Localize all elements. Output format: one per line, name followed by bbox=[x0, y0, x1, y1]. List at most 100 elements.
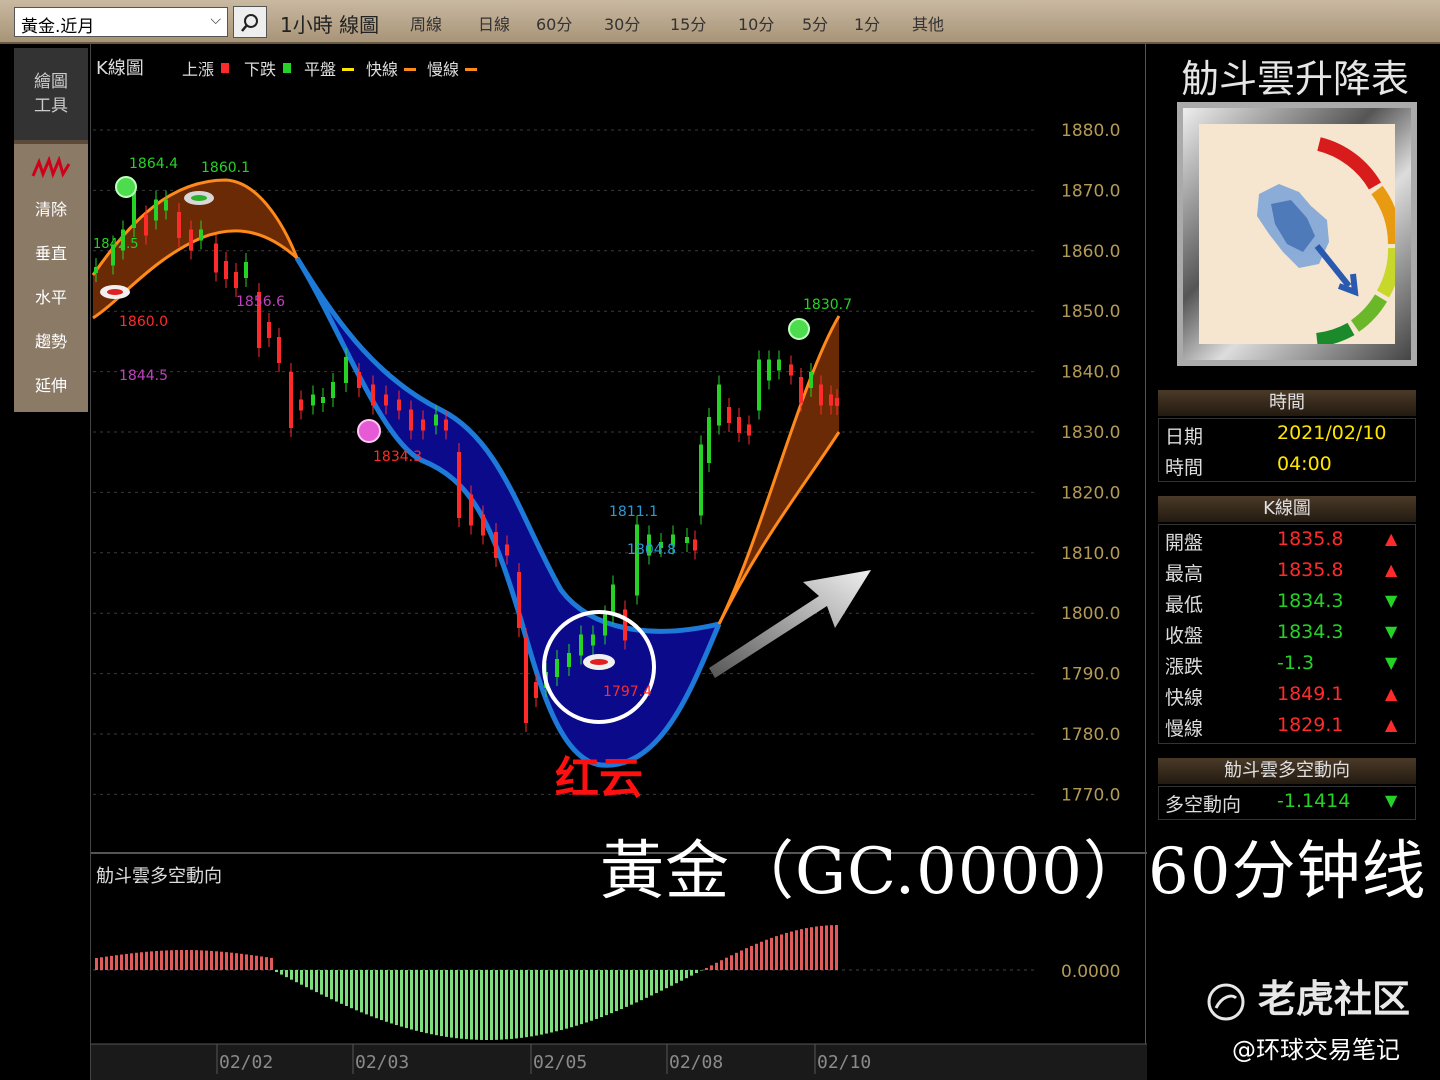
histogram-bar bbox=[355, 970, 358, 1011]
annotation-label: 1864.4 bbox=[129, 156, 178, 172]
histogram-bar bbox=[635, 970, 638, 1003]
drawing-tools-title-1: 繪圖 bbox=[34, 72, 68, 92]
histogram-bar bbox=[235, 953, 238, 970]
histogram-bar bbox=[615, 970, 618, 1012]
candle-body bbox=[421, 419, 425, 431]
y-tick-label: 1830.0 bbox=[1061, 423, 1120, 443]
histogram-bar bbox=[185, 950, 188, 970]
tab-60min[interactable]: 60分 bbox=[536, 11, 604, 35]
histogram-bar bbox=[260, 956, 263, 970]
clear-tool[interactable]: 清除 bbox=[14, 188, 88, 232]
legend-slow-swatch bbox=[465, 68, 477, 71]
histogram-bar bbox=[805, 928, 808, 970]
trend-line-tool[interactable]: 趨勢 bbox=[14, 320, 88, 364]
histogram-bar bbox=[630, 970, 633, 1005]
tab-15min[interactable]: 15分 bbox=[670, 11, 738, 35]
subchart-zero-label: 0.0000 bbox=[1061, 962, 1120, 982]
candle-body bbox=[534, 682, 538, 698]
histogram-bar bbox=[830, 925, 833, 970]
buy-signal-dot[interactable] bbox=[115, 176, 137, 198]
pen-icon[interactable] bbox=[14, 144, 88, 188]
annotation-label: 1842.5 bbox=[93, 237, 139, 252]
symbol-select[interactable]: 黃金.近月 ⌵ bbox=[14, 7, 228, 37]
histogram-bar bbox=[340, 970, 343, 1004]
candle-body bbox=[591, 634, 595, 646]
candle-body bbox=[481, 514, 485, 536]
tab-5min[interactable]: 5分 bbox=[802, 11, 854, 35]
candle-body bbox=[331, 382, 335, 398]
time-section-header: 時間 bbox=[1158, 390, 1416, 416]
chart-area[interactable]: K線圖 上漲 下跌 平盤 快線 慢線 1880.0 1870.0 1860.0 185… bbox=[90, 44, 1147, 1080]
vertical-line-tool[interactable]: 垂直 bbox=[14, 232, 88, 276]
tab-1min[interactable]: 1分 bbox=[854, 11, 912, 35]
candle-body bbox=[277, 337, 281, 363]
histogram-bar bbox=[770, 937, 773, 970]
histogram-bar bbox=[150, 951, 153, 970]
x-tick-label: 02/02 bbox=[219, 1052, 273, 1073]
candle-body bbox=[567, 653, 571, 667]
drawing-tools-title-2: 工具 bbox=[34, 96, 68, 116]
histogram-bar bbox=[720, 960, 723, 970]
watermark-brand: 老虎社区 bbox=[1258, 977, 1411, 1021]
candle-body bbox=[611, 584, 615, 616]
histogram-bar bbox=[290, 970, 293, 980]
up-arrow-icon: ▲ bbox=[1385, 684, 1398, 703]
sell-signal-dot[interactable] bbox=[357, 419, 381, 443]
histogram-bar bbox=[455, 970, 458, 1039]
histogram-bar bbox=[385, 970, 388, 1022]
candle-body bbox=[727, 407, 731, 423]
overlay-title: 黃金（GC.0000）60分钟线 bbox=[600, 835, 1427, 909]
histogram-bar bbox=[445, 970, 448, 1037]
down-arrow-icon: ▼ bbox=[1385, 653, 1398, 672]
top-toolbar: 黃金.近月 ⌵ 1小時 線圖 周線 日線 60分 30分 15分 10分 5分 … bbox=[0, 0, 1440, 44]
candle-body bbox=[469, 494, 473, 526]
annotation-label: 1830.7 bbox=[803, 297, 852, 313]
tab-other[interactable]: 其他 bbox=[912, 11, 962, 35]
histogram-bar bbox=[105, 956, 108, 970]
time-section: 日期 2021/02/10 時間 04:00 bbox=[1158, 418, 1416, 482]
histogram-bar bbox=[280, 970, 283, 975]
indicator-panel-title: 觔斗雲升降表 bbox=[1180, 57, 1409, 101]
kline-row-label: 慢線 bbox=[1165, 718, 1204, 740]
histogram-bar bbox=[230, 952, 233, 970]
kline-row-label: 收盤 bbox=[1165, 625, 1204, 647]
candle-body bbox=[164, 199, 168, 211]
histogram-bar bbox=[715, 962, 718, 970]
histogram-bar bbox=[165, 950, 168, 970]
histogram-bar bbox=[110, 955, 113, 970]
candle-body bbox=[234, 272, 238, 288]
histogram-bar bbox=[810, 927, 813, 970]
candle-body bbox=[685, 537, 689, 543]
histogram-bar bbox=[710, 965, 713, 970]
histogram-bar bbox=[160, 950, 163, 970]
candle-body bbox=[635, 524, 639, 596]
tab-daily[interactable]: 日線 bbox=[478, 11, 536, 35]
histogram-bar bbox=[560, 970, 563, 1031]
legend-flat-swatch bbox=[342, 68, 354, 71]
tab-30min[interactable]: 30分 bbox=[604, 11, 670, 35]
histogram-bar bbox=[285, 970, 288, 978]
histogram-bar bbox=[685, 970, 688, 979]
histogram-bar bbox=[735, 952, 738, 970]
kline-row-label: 最低 bbox=[1165, 594, 1204, 616]
y-tick-label: 1850.0 bbox=[1061, 302, 1120, 322]
histogram-bar bbox=[375, 970, 378, 1019]
histogram-bar bbox=[440, 970, 443, 1037]
candle-body bbox=[517, 572, 521, 628]
extend-tool[interactable]: 延伸 bbox=[14, 364, 88, 408]
tab-weekly[interactable]: 周線 bbox=[410, 11, 478, 35]
kline-row-value: 1835.8 bbox=[1277, 559, 1344, 581]
histogram-bar bbox=[415, 970, 418, 1031]
buy-signal-dot[interactable] bbox=[788, 318, 810, 340]
histogram-bar bbox=[565, 970, 568, 1029]
up-arrow-icon: ▲ bbox=[1385, 715, 1398, 734]
search-button[interactable] bbox=[233, 6, 267, 38]
candle-body bbox=[717, 384, 721, 426]
tab-10min[interactable]: 10分 bbox=[738, 11, 802, 35]
candle-body bbox=[623, 609, 627, 641]
histogram-bar bbox=[495, 970, 498, 1040]
horizontal-line-tool[interactable]: 水平 bbox=[14, 276, 88, 320]
histogram-bar bbox=[435, 970, 438, 1036]
tiger-logo-icon bbox=[1207, 983, 1245, 1020]
candle-body bbox=[579, 634, 583, 656]
